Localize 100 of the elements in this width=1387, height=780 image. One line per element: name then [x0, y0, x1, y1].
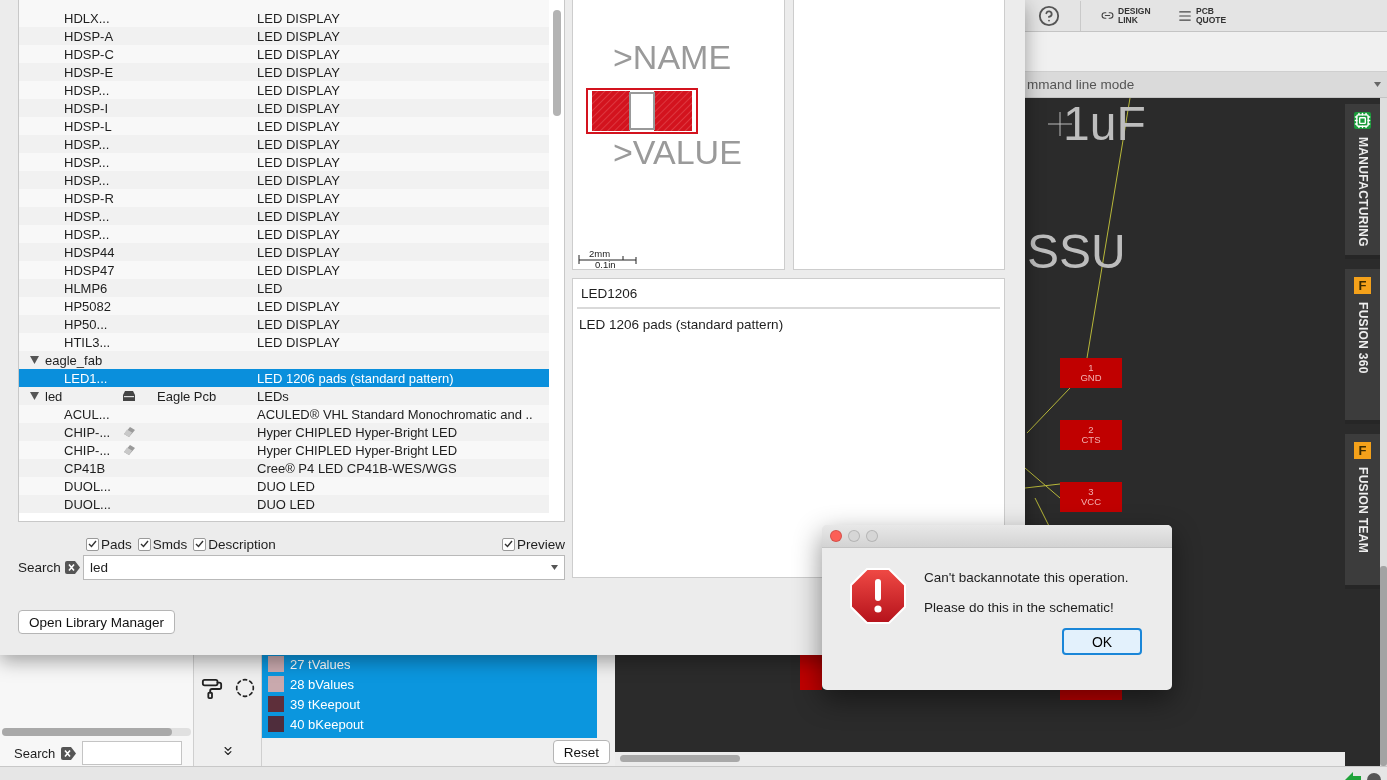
tree-row[interactable]: ACUL... ACULED® VHL Standard Monochromatic and ..: [19, 405, 549, 423]
disclosure-triangle-icon[interactable]: [30, 356, 39, 364]
tree-row[interactable]: HP50... LED DISPLAY: [19, 315, 549, 333]
part-name: HDLX...: [64, 10, 110, 26]
tree-row[interactable]: HDSP... LED DISPLAY: [19, 207, 549, 225]
side-tab[interactable]: F FUSION 360: [1345, 269, 1380, 424]
paint-roller-icon[interactable]: [200, 678, 223, 700]
tree-row[interactable]: HDSP47 LED DISPLAY: [19, 261, 549, 279]
search-field[interactable]: [82, 741, 183, 765]
tree-row[interactable]: led Eagle Pcb LEDs: [19, 387, 549, 405]
command-line-field[interactable]: mmand line mode: [1025, 72, 1374, 97]
checkbox[interactable]: [502, 537, 515, 551]
list-icon: [1178, 8, 1192, 23]
smd-pad[interactable]: 1 GND: [1060, 358, 1122, 388]
link-icon: [1101, 9, 1114, 22]
tree-row[interactable]: CHIP-... Hyper CHIPLED Hyper-Bright LED: [19, 423, 549, 441]
part-name: HDSP...: [64, 226, 110, 242]
open-library-manager-button[interactable]: Open Library Manager: [18, 610, 176, 634]
name-attribute-text: >NAME: [613, 40, 732, 74]
tree-row[interactable]: HDSP-I LED DISPLAY: [19, 99, 549, 117]
ok-button[interactable]: OK: [1062, 628, 1142, 655]
alert-detail: Please do this in the schematic!: [924, 600, 1115, 615]
tree-row[interactable]: HDSP-L LED DISPLAY: [19, 117, 549, 135]
toolbar-button[interactable]: DESIGN LINK: [1101, 6, 1164, 25]
disclosure-triangle-icon[interactable]: [30, 392, 39, 400]
tree-row[interactable]: LED1... LED 1206 pads (standard pattern): [19, 369, 549, 387]
dropdown-caret-icon[interactable]: [551, 564, 558, 570]
scrollbar[interactable]: [1380, 566, 1387, 766]
part-name: ACUL...: [64, 406, 110, 422]
checkbox[interactable]: [137, 537, 151, 551]
tree-row[interactable]: HTIL3... LED DISPLAY: [19, 333, 549, 351]
checkbox[interactable]: [193, 537, 207, 551]
tree-row[interactable]: HDSP-A LED DISPLAY: [19, 27, 549, 45]
dotted-circle-icon[interactable]: [234, 678, 255, 698]
clear-icon[interactable]: [65, 560, 80, 574]
tree-row[interactable]: HDSP44 LED DISPLAY: [19, 243, 549, 261]
tree-row[interactable]: HDSP... LED DISPLAY: [19, 171, 549, 189]
toolbar-button[interactable]: PCB QUOTE: [1178, 6, 1242, 25]
tree-row[interactable]: HLMP6 LED: [19, 279, 549, 297]
part-name: HDSP44: [64, 244, 115, 260]
smd-pad[interactable]: 3 VCC: [1060, 482, 1122, 512]
smd-pad[interactable]: 2 CTS: [1060, 420, 1122, 450]
tree-row[interactable]: HP5082 LED DISPLAY: [19, 297, 549, 315]
checkbox-label[interactable]: Pads: [101, 536, 132, 552]
tree-row[interactable]: HDLX... LED DISPLAY: [19, 9, 549, 27]
part-description: LED DISPLAY: [257, 208, 341, 224]
part-name: HDSP...: [64, 172, 110, 188]
tree-row[interactable]: DUOL... DUO LED: [19, 495, 549, 513]
tree-row[interactable]: HDSP... LED DISPLAY: [19, 135, 549, 153]
checkbox[interactable]: [86, 537, 99, 551]
help-icon[interactable]: [1038, 4, 1060, 27]
search-label: Search: [18, 559, 62, 575]
part-description: LED DISPLAY: [257, 226, 341, 242]
part-description: LED DISPLAY: [257, 244, 341, 260]
library-name: led: [45, 388, 63, 404]
eraser-icon: [123, 427, 135, 437]
part-name: HP50...: [64, 316, 108, 332]
part-name: HDSP...: [64, 208, 110, 224]
part-name: HP5082: [64, 298, 111, 314]
clear-icon[interactable]: [61, 746, 77, 760]
checkbox-label[interactable]: Preview: [517, 536, 565, 552]
part-description: LED DISPLAY: [257, 154, 341, 170]
tree-row[interactable]: HDSP-E LED DISPLAY: [19, 63, 549, 81]
window-close-button[interactable]: [830, 530, 842, 542]
tree-row[interactable]: HDSP-R LED DISPLAY: [19, 189, 549, 207]
tree-row[interactable]: CHIP-... Hyper CHIPLED Hyper-Bright LED: [19, 441, 549, 459]
fusion-logo-icon: F: [1354, 277, 1371, 294]
part-description: LED DISPLAY: [257, 118, 341, 134]
part-name: HDSP-I: [64, 100, 109, 116]
side-tab[interactable]: MANUFACTURING: [1345, 104, 1380, 259]
package-description: LED 1206 pads (standard pattern): [578, 316, 785, 334]
scrollbar[interactable]: [620, 755, 740, 762]
part-name: HDSP...: [64, 154, 110, 170]
part-description: ACULED® VHL Standard Monochromatic and ..: [257, 406, 534, 422]
part-description: LED DISPLAY: [257, 262, 341, 278]
side-tab[interactable]: F FUSION TEAM: [1345, 434, 1380, 589]
search-combobox[interactable]: led: [83, 554, 565, 580]
tree-row[interactable]: eagle_fab: [19, 351, 549, 369]
part-description: LED DISPLAY: [257, 82, 341, 98]
chip-icon: [1354, 112, 1371, 129]
part-description: LED DISPLAY: [257, 172, 341, 188]
reset-button[interactable]: Reset: [552, 740, 610, 764]
tree-row[interactable]: HDSP... LED DISPLAY: [19, 81, 549, 99]
tree-row[interactable]: CP41B Cree® P4 LED CP41B-WES/WGS: [19, 459, 549, 477]
part-description: Hyper CHIPLED Hyper-Bright LED: [257, 442, 459, 458]
tree-row[interactable]: DUOL... DUO LED: [19, 477, 549, 495]
part-description: LED DISPLAY: [257, 10, 341, 26]
checkbox-label[interactable]: Smds: [152, 536, 188, 552]
library-source: Eagle Pcb: [157, 388, 218, 404]
scrollbar[interactable]: [2, 728, 191, 736]
checkbox-label[interactable]: Description: [208, 536, 276, 552]
scrollbar[interactable]: [553, 10, 561, 116]
tree-row[interactable]: HDSP... LED DISPLAY: [19, 153, 549, 171]
dropdown-caret-icon[interactable]: [1374, 82, 1381, 87]
part-name: HDSP-L: [64, 118, 112, 134]
part-description: LED DISPLAY: [257, 190, 341, 206]
tree-row[interactable]: HDSP... LED DISPLAY: [19, 225, 549, 243]
part-description: LED DISPLAY: [257, 298, 341, 314]
tree-row[interactable]: HDSP-C LED DISPLAY: [19, 45, 549, 63]
library-description: LEDs: [257, 388, 290, 404]
